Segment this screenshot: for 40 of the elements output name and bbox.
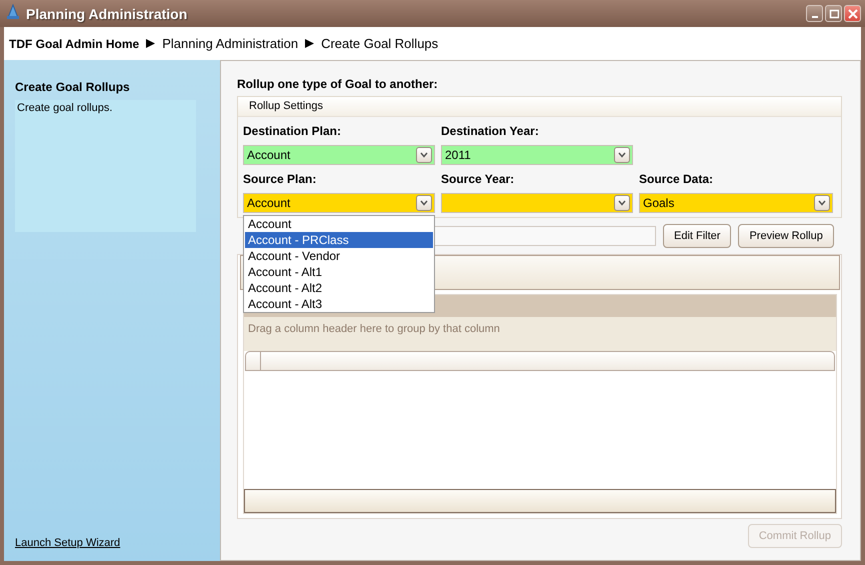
minimize-button[interactable] <box>806 5 823 22</box>
close-icon <box>848 8 858 18</box>
arrow-icon <box>305 36 314 51</box>
dropdown-field[interactable]: Goals <box>639 193 833 213</box>
breadcrumb-link[interactable]: TDF Goal Admin Home <box>9 36 140 50</box>
field-label: Source Plan: <box>243 171 318 187</box>
breadcrumb-link[interactable]: Create Goal Rollups <box>321 36 438 51</box>
dropdown-field[interactable]: 2011 <box>441 145 633 165</box>
filter-button[interactable]: Preview Rollup <box>738 224 834 248</box>
dropdown-option[interactable]: Account - Alt1 <box>245 264 433 280</box>
chevron-icon <box>416 195 432 211</box>
maximize-icon <box>828 8 838 18</box>
filter-button[interactable]: Edit Filter <box>663 224 732 248</box>
dropdown-option[interactable]: Account - Vendor <box>245 248 433 264</box>
dropdown-option[interactable]: Account - Alt2 <box>245 280 433 296</box>
dropdown-field[interactable]: Account <box>243 145 435 165</box>
field-label: Source Year: <box>441 171 516 187</box>
chevron-icon <box>416 147 432 163</box>
setup-wizard-link[interactable]: Launch Setup Wizard <box>15 537 120 549</box>
field-label: Source Data: <box>639 171 714 187</box>
chevron-icon <box>814 195 830 211</box>
breadcrumb-link[interactable]: Planning Administration <box>162 36 298 51</box>
group-hint: Drag a column header here to group by that column <box>248 323 500 335</box>
maximize-button[interactable] <box>825 5 842 22</box>
sidebar-title: Create Goal Rollups <box>15 80 131 94</box>
description-text: Create goal rollups. <box>17 102 112 114</box>
dropdown-option[interactable]: Account - PRClass <box>245 232 433 248</box>
window-title: Planning Administration <box>26 6 188 22</box>
minimize-icon <box>812 16 818 18</box>
chevron-icon <box>614 147 630 163</box>
field-label: Destination Year: <box>441 123 540 139</box>
arrow-icon <box>146 36 156 51</box>
panel-title: Rollup Settings <box>249 100 323 112</box>
dropdown-option[interactable]: Account <box>245 216 433 232</box>
section-heading: Rollup one type of Goal to another: <box>237 77 439 91</box>
dropdown-field[interactable] <box>441 193 633 213</box>
field-label: Destination Plan: <box>243 123 342 139</box>
dropdown-field[interactable]: Account <box>243 193 435 213</box>
chevron-icon <box>614 195 630 211</box>
close-button[interactable] <box>844 5 861 22</box>
